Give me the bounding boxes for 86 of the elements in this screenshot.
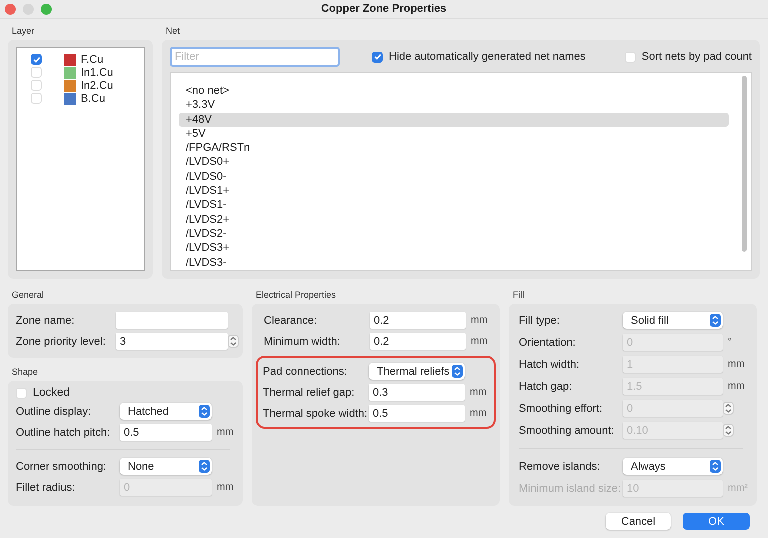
- unit-label: mm: [727, 359, 746, 370]
- unit-label: mm: [470, 315, 488, 326]
- layer-name[interactable]: In1.Cu: [81, 66, 114, 78]
- text-field[interactable]: 0.3: [369, 384, 465, 401]
- field-label: Hatch width:: [519, 358, 581, 370]
- net-item[interactable]: /LVDS0+: [179, 155, 729, 170]
- field-label: Orientation:: [519, 336, 577, 348]
- layer-name[interactable]: F.Cu: [81, 54, 104, 66]
- section-title: General: [11, 289, 46, 302]
- net-item[interactable]: <no net>: [179, 84, 729, 98]
- ok-button[interactable]: OK: [683, 513, 750, 530]
- field-label: Smoothing effort:: [519, 402, 604, 414]
- net-item[interactable]: +3.3V: [179, 98, 729, 113]
- checkbox[interactable]: [372, 52, 383, 62]
- window-title: Copper Zone Properties: [321, 3, 447, 15]
- field-label: Remove islands:: [519, 460, 602, 472]
- field-label: Minimum width:: [264, 336, 342, 348]
- field-label: Smoothing amount:: [519, 424, 616, 436]
- text-field[interactable]: 0.2: [370, 333, 466, 350]
- unit-label: mm: [469, 387, 487, 398]
- stepper-arrows-icon: [723, 402, 734, 415]
- checkbox[interactable]: [31, 54, 42, 65]
- dropdown-select[interactable]: Always: [623, 458, 723, 475]
- dropdown-select[interactable]: Thermal reliefs: [369, 363, 465, 380]
- net-item[interactable]: /LVDS3+: [179, 241, 729, 256]
- layer-name[interactable]: B.Cu: [81, 92, 106, 104]
- net-item[interactable]: /LVDS2-: [179, 226, 729, 242]
- field-label: Outline display:: [16, 406, 92, 418]
- field-label: Clearance:: [264, 314, 318, 326]
- unit-label: mm²: [727, 483, 749, 494]
- dropdown-chevrons-icon: [452, 365, 463, 378]
- layer-name[interactable]: In2.Cu: [81, 80, 114, 92]
- net-item[interactable]: +5V: [179, 126, 729, 142]
- field-label: Thermal relief gap:: [263, 386, 356, 398]
- text-field[interactable]: 0.5: [369, 405, 465, 422]
- field-label: Zone name:: [16, 314, 76, 326]
- section-title: Layer: [11, 25, 36, 38]
- filter-field[interactable]: Filter: [170, 47, 340, 67]
- checkmark-icon: [32, 56, 40, 64]
- section-title: Fill: [512, 289, 526, 302]
- dropdown-chevrons-icon: [710, 314, 721, 327]
- close-icon[interactable]: [5, 4, 16, 14]
- section-title: Net: [165, 25, 182, 38]
- field-label: Outline hatch pitch:: [16, 426, 112, 438]
- zoom-icon[interactable]: [41, 4, 52, 14]
- net-item[interactable]: /FPGA/RSTn: [179, 141, 729, 156]
- net-item[interactable]: /LVDS0-: [179, 170, 729, 184]
- unit-label: °: [727, 337, 733, 348]
- dropdown-chevrons-icon: [199, 405, 210, 418]
- unit-label: mm: [216, 427, 235, 438]
- field-label: Corner smoothing:: [16, 460, 108, 472]
- field-label: Zone priority level:: [16, 336, 107, 348]
- dropdown-chevrons-icon: [710, 460, 721, 473]
- checkbox-label: Hide automatically generated net names: [389, 51, 586, 63]
- scrollbar-thumb[interactable]: [742, 76, 746, 252]
- unit-label: mm: [727, 381, 746, 392]
- stepper-arrows-icon: [723, 424, 734, 437]
- checkbox-label: Locked: [33, 387, 70, 399]
- net-item[interactable]: +48V: [179, 112, 729, 127]
- field-label: Fill type:: [519, 314, 561, 326]
- net-item[interactable]: /LVDS3-: [179, 256, 729, 270]
- section-title: Shape: [11, 366, 40, 379]
- cancel-button[interactable]: Cancel: [606, 513, 671, 530]
- field-label: Pad connections:: [263, 366, 348, 378]
- dropdown-select[interactable]: None: [120, 458, 212, 475]
- section-title: Electrical Properties: [255, 289, 338, 302]
- unit-label: mm: [216, 482, 235, 493]
- net-item[interactable]: /LVDS1+: [179, 184, 729, 198]
- field-label: Hatch gap:: [519, 380, 574, 392]
- field-label: Fillet radius:: [16, 482, 76, 494]
- net-item[interactable]: /LVDS1-: [179, 198, 729, 213]
- stepper-arrows-icon: [228, 335, 239, 348]
- text-field[interactable]: 0.5: [120, 424, 212, 441]
- text-field[interactable]: [116, 312, 228, 329]
- number-field[interactable]: 3: [116, 333, 228, 350]
- dropdown-chevrons-icon: [199, 460, 210, 473]
- dropdown-select[interactable]: Hatched: [120, 403, 212, 420]
- dropdown-select[interactable]: Solid fill: [623, 312, 723, 329]
- field-label: Thermal spoke width:: [263, 408, 369, 420]
- checkmark-icon: [374, 53, 382, 61]
- unit-label: mm: [469, 408, 487, 419]
- text-field[interactable]: 0.2: [370, 312, 466, 329]
- unit-label: mm: [470, 336, 488, 347]
- net-item[interactable]: /LVDS2+: [179, 212, 729, 227]
- checkbox-label: Sort nets by pad count: [642, 51, 752, 63]
- field-label: Minimum island size:: [519, 482, 622, 494]
